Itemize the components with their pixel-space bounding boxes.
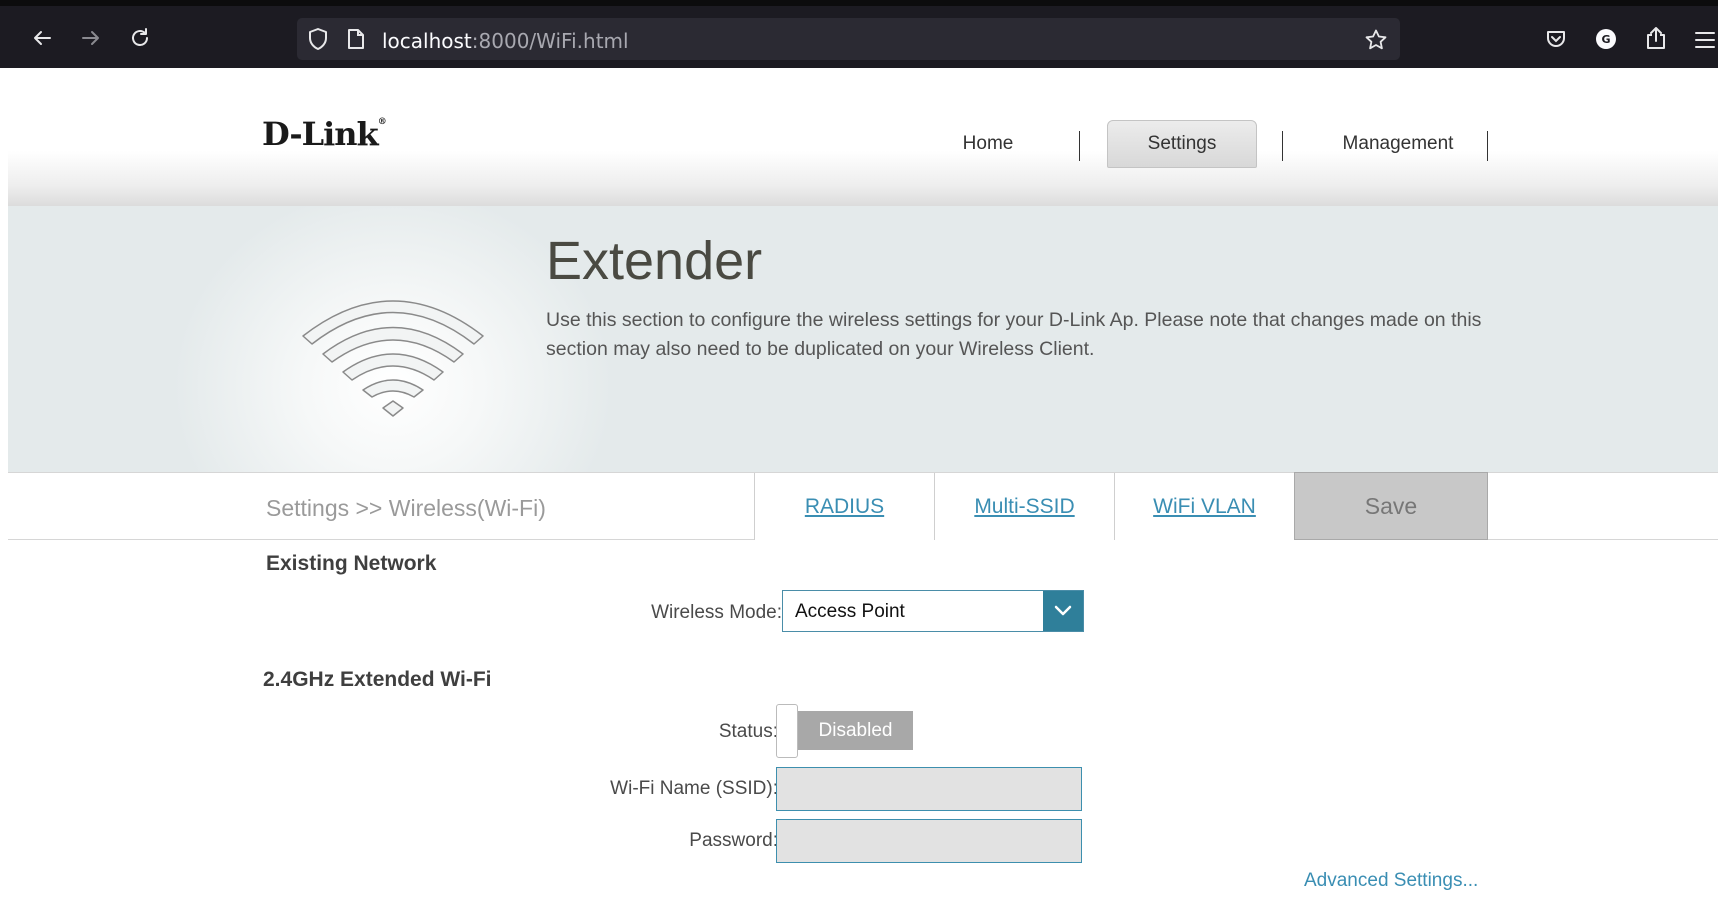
share-icon[interactable]	[1645, 26, 1667, 55]
breadcrumb: Settings >> Wireless(Wi-Fi)	[266, 495, 546, 521]
advanced-settings-link[interactable]: Advanced Settings...	[1304, 870, 1478, 892]
nav-tab-home[interactable]: Home	[888, 120, 1088, 168]
nav-separator	[1079, 131, 1080, 161]
tab-label: WiFi VLAN	[1153, 494, 1256, 518]
browser-toolbar: localhost:8000/WiFi.html G	[0, 0, 1718, 68]
ssid-label: Wi-Fi Name (SSID):	[610, 778, 778, 799]
chevron-down-icon[interactable]	[1043, 591, 1083, 631]
tab-multi-ssid[interactable]: Multi-SSID	[934, 473, 1114, 540]
status-toggle[interactable]: Disabled	[776, 704, 916, 758]
tab-label: RADIUS	[804, 494, 885, 518]
sub-toolbar: Settings >> Wireless(Wi-Fi) RADIUS Multi…	[8, 472, 1718, 540]
wifi-signal-icon	[298, 286, 488, 431]
nav-tab-management[interactable]: Management	[1298, 120, 1498, 168]
forward-arrow-icon[interactable]	[75, 22, 107, 54]
top-navigation: Home Settings Management	[8, 120, 1718, 170]
tab-radius[interactable]: RADIUS	[754, 473, 934, 540]
bookmark-star-icon[interactable]	[1364, 28, 1388, 57]
menu-icon[interactable]	[1694, 30, 1716, 55]
reload-icon[interactable]	[124, 22, 156, 54]
page-description: Use this section to configure the wirele…	[546, 309, 1482, 360]
account-icon[interactable]: G	[1595, 28, 1617, 55]
shield-icon[interactable]	[307, 27, 329, 56]
url-path: :8000/WiFi.html	[471, 29, 629, 53]
save-button[interactable]: Save	[1294, 472, 1488, 540]
url-bar[interactable]: localhost:8000/WiFi.html	[297, 18, 1400, 60]
password-input[interactable]	[776, 819, 1082, 863]
tab-label: Multi-SSID	[974, 494, 1075, 518]
status-label: Status:	[718, 721, 778, 742]
svg-text:G: G	[1601, 33, 1610, 46]
toggle-state: Disabled	[798, 711, 913, 750]
page-icon	[347, 28, 365, 55]
nav-tab-label: Home	[962, 133, 1014, 154]
nav-tab-label: Management	[1342, 133, 1454, 154]
nav-tab-settings[interactable]: Settings	[1107, 120, 1257, 168]
existing-network-title: Existing Network	[266, 552, 437, 575]
nav-separator	[1487, 131, 1488, 161]
nav-separator	[1282, 131, 1283, 161]
hero-banner: Extender Use this section to configure t…	[8, 206, 1718, 472]
back-arrow-icon[interactable]	[26, 22, 58, 54]
wireless-mode-select[interactable]: Access Point	[782, 590, 1084, 632]
extended-wifi-title: 2.4GHz Extended Wi-Fi	[263, 668, 492, 691]
wireless-mode-value: Access Point	[795, 601, 905, 622]
nav-tab-label: Settings	[1147, 133, 1217, 154]
page-title: Extender	[546, 231, 763, 291]
site-header: D-Link® Home Settings Management	[8, 68, 1718, 206]
url-host: localhost	[382, 29, 472, 53]
pocket-icon[interactable]	[1545, 28, 1567, 55]
ssid-input[interactable]	[776, 767, 1082, 811]
password-label: Password:	[689, 830, 778, 851]
url-text[interactable]: localhost:8000/WiFi.html	[382, 29, 629, 53]
tab-wifi-vlan[interactable]: WiFi VLAN	[1114, 473, 1294, 540]
toggle-knob[interactable]	[776, 704, 798, 758]
wireless-mode-label: Wireless Mode:	[651, 602, 782, 623]
